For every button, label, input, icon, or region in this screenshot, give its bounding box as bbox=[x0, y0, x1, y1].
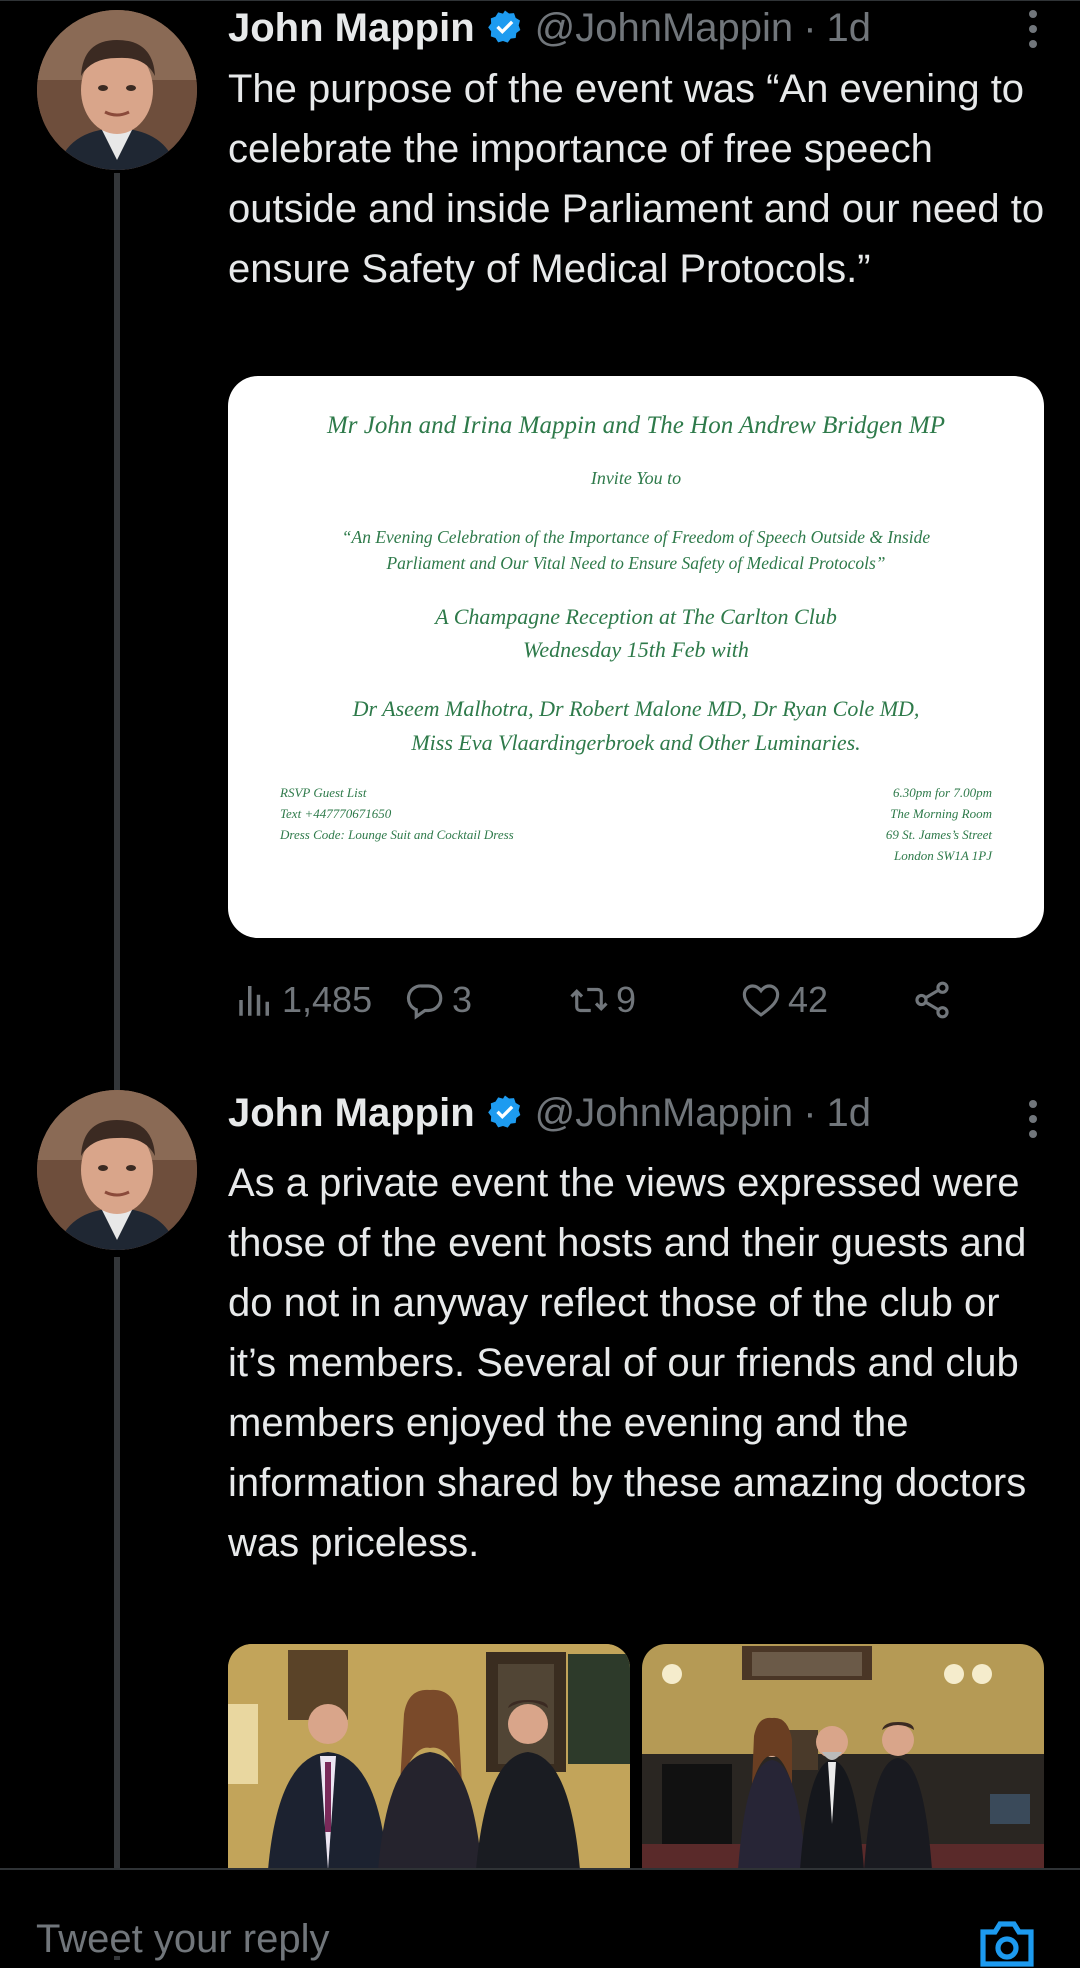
views-button[interactable]: 1,485 bbox=[234, 975, 372, 1025]
invitation-venue-line: Wednesday 15th Feb with bbox=[523, 637, 749, 662]
retweet-icon bbox=[570, 987, 608, 1013]
separator-dot: · bbox=[803, 1090, 817, 1135]
invitation-guests-line: Dr Aseem Malhotra, Dr Robert Malone MD, … bbox=[352, 696, 920, 721]
tweet-actions: 1,485 3 9 42 bbox=[228, 975, 1048, 1025]
thread-line bbox=[114, 173, 120, 1090]
more-icon[interactable] bbox=[1028, 1100, 1038, 1140]
invitation-title-line: “An Evening Celebration of the Importanc… bbox=[341, 527, 931, 547]
timestamp[interactable]: 1d bbox=[827, 6, 872, 51]
retweet-button[interactable]: 9 bbox=[568, 975, 636, 1025]
author-handle[interactable]: @JohnMappin bbox=[535, 1091, 794, 1136]
camera-icon[interactable] bbox=[977, 1918, 1037, 1968]
invitation-venue-line: A Champagne Reception at The Carlton Clu… bbox=[435, 604, 837, 629]
share-icon bbox=[915, 981, 949, 1019]
verified-badge-icon bbox=[487, 10, 520, 43]
invitation-title-line: Parliament and Our Vital Need to Ensure … bbox=[386, 553, 886, 573]
reply-button[interactable]: 3 bbox=[404, 975, 472, 1025]
invitation-invite: Invite You to bbox=[590, 468, 682, 488]
like-icon bbox=[742, 984, 780, 1017]
invitation-place-line: The Morning Room bbox=[890, 806, 992, 821]
invitation-venue: A Champagne Reception at The Carlton Clu… bbox=[228, 600, 1044, 666]
thread-line bbox=[114, 1257, 120, 1960]
author-name[interactable]: John Mappin bbox=[228, 6, 475, 51]
more-icon[interactable] bbox=[1028, 10, 1038, 50]
invitation-place-line: 69 St. James’s Street bbox=[885, 827, 992, 842]
author-handle[interactable]: @JohnMappin bbox=[535, 6, 794, 51]
invitation-image[interactable]: Mr John and Irina Mappin and The Hon And… bbox=[228, 376, 1044, 938]
author-name[interactable]: John Mappin bbox=[228, 1091, 475, 1136]
reply-count: 3 bbox=[452, 979, 473, 1020]
tweet[interactable]: John Mappin @JohnMappin · 1d As a privat… bbox=[0, 1090, 1080, 1960]
avatar[interactable] bbox=[37, 10, 197, 170]
invitation-rsvp-line: Dress Code: Lounge Suit and Cocktail Dre… bbox=[280, 827, 514, 842]
tweet-text: The purpose of the event was “An evening… bbox=[228, 67, 1045, 291]
share-button[interactable] bbox=[911, 975, 953, 1025]
reply-input[interactable]: Tweet your reply bbox=[36, 1917, 329, 1962]
tweet-header: John Mappin @JohnMappin · 1d bbox=[228, 5, 1050, 51]
separator-dot: · bbox=[803, 5, 817, 50]
tweet[interactable]: John Mappin @JohnMappin · 1d The purpose… bbox=[0, 0, 1080, 1090]
tweet-header: John Mappin @JohnMappin · 1d bbox=[228, 1090, 1050, 1136]
like-count: 42 bbox=[788, 979, 829, 1020]
photo[interactable] bbox=[228, 1644, 630, 1870]
views-count: 1,485 bbox=[282, 979, 373, 1020]
photo-grid bbox=[228, 1644, 1044, 1870]
retweet-count: 9 bbox=[616, 979, 637, 1020]
like-button[interactable]: 42 bbox=[740, 975, 828, 1025]
invitation-hosts: Mr John and Irina Mappin and The Hon And… bbox=[326, 412, 945, 439]
invitation-place-line: London SW1A 1PJ bbox=[894, 848, 992, 863]
timestamp[interactable]: 1d bbox=[827, 1091, 872, 1136]
invitation-title: “An Evening Celebration of the Importanc… bbox=[228, 524, 1044, 576]
verified-badge-icon bbox=[487, 1095, 520, 1128]
tweet-text: As a private event the views expressed w… bbox=[228, 1161, 1027, 1565]
invitation-time-place: 6.30pm for 7.00pm The Morning Room 69 St… bbox=[886, 782, 992, 866]
avatar[interactable] bbox=[37, 1090, 197, 1250]
invitation-rsvp-line: RSVP Guest List bbox=[280, 785, 367, 800]
invitation-guests-line: Miss Eva Vlaardingerbroek and Other Lumi… bbox=[411, 730, 861, 755]
reply-icon bbox=[406, 984, 443, 1020]
reply-bar: Tweet your reply bbox=[0, 1868, 1080, 1967]
photo[interactable] bbox=[642, 1644, 1044, 1870]
views-icon bbox=[239, 986, 269, 1016]
invitation-rsvp: RSVP Guest List Text +447770671650 Dress… bbox=[280, 782, 514, 845]
invitation-guests: Dr Aseem Malhotra, Dr Robert Malone MD, … bbox=[228, 692, 1044, 760]
invitation-time-line: 6.30pm for 7.00pm bbox=[893, 785, 992, 800]
invitation-rsvp-line: Text +447770671650 bbox=[280, 806, 392, 821]
